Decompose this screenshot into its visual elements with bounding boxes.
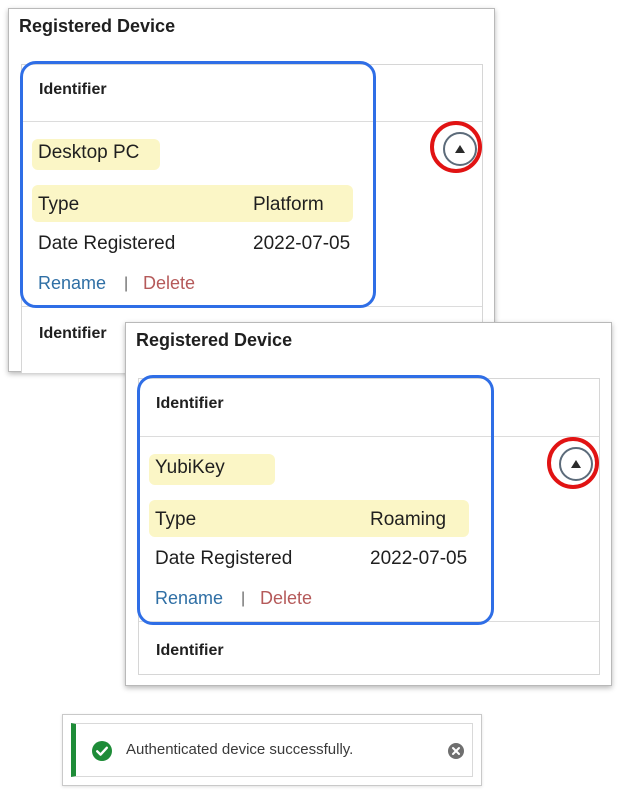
panel-title: Registered Device <box>19 16 176 36</box>
success-toast: Authenticated device successfully. <box>62 714 482 786</box>
highlight-annotation <box>20 61 376 308</box>
next-device-row: Identifier <box>139 621 599 676</box>
highlight-annotation <box>137 375 494 625</box>
toast-message: Authenticated device successfully. <box>126 741 354 758</box>
identifier-column-header: Identifier <box>39 325 107 342</box>
toggle-annotation <box>430 121 482 173</box>
panel-title: Registered Device <box>136 330 293 350</box>
check-circle-icon <box>92 741 112 761</box>
toast-body: Authenticated device successfully. <box>71 723 473 777</box>
close-circle-icon[interactable] <box>448 743 464 759</box>
toggle-annotation <box>547 437 599 489</box>
identifier-column-header: Identifier <box>156 642 224 659</box>
